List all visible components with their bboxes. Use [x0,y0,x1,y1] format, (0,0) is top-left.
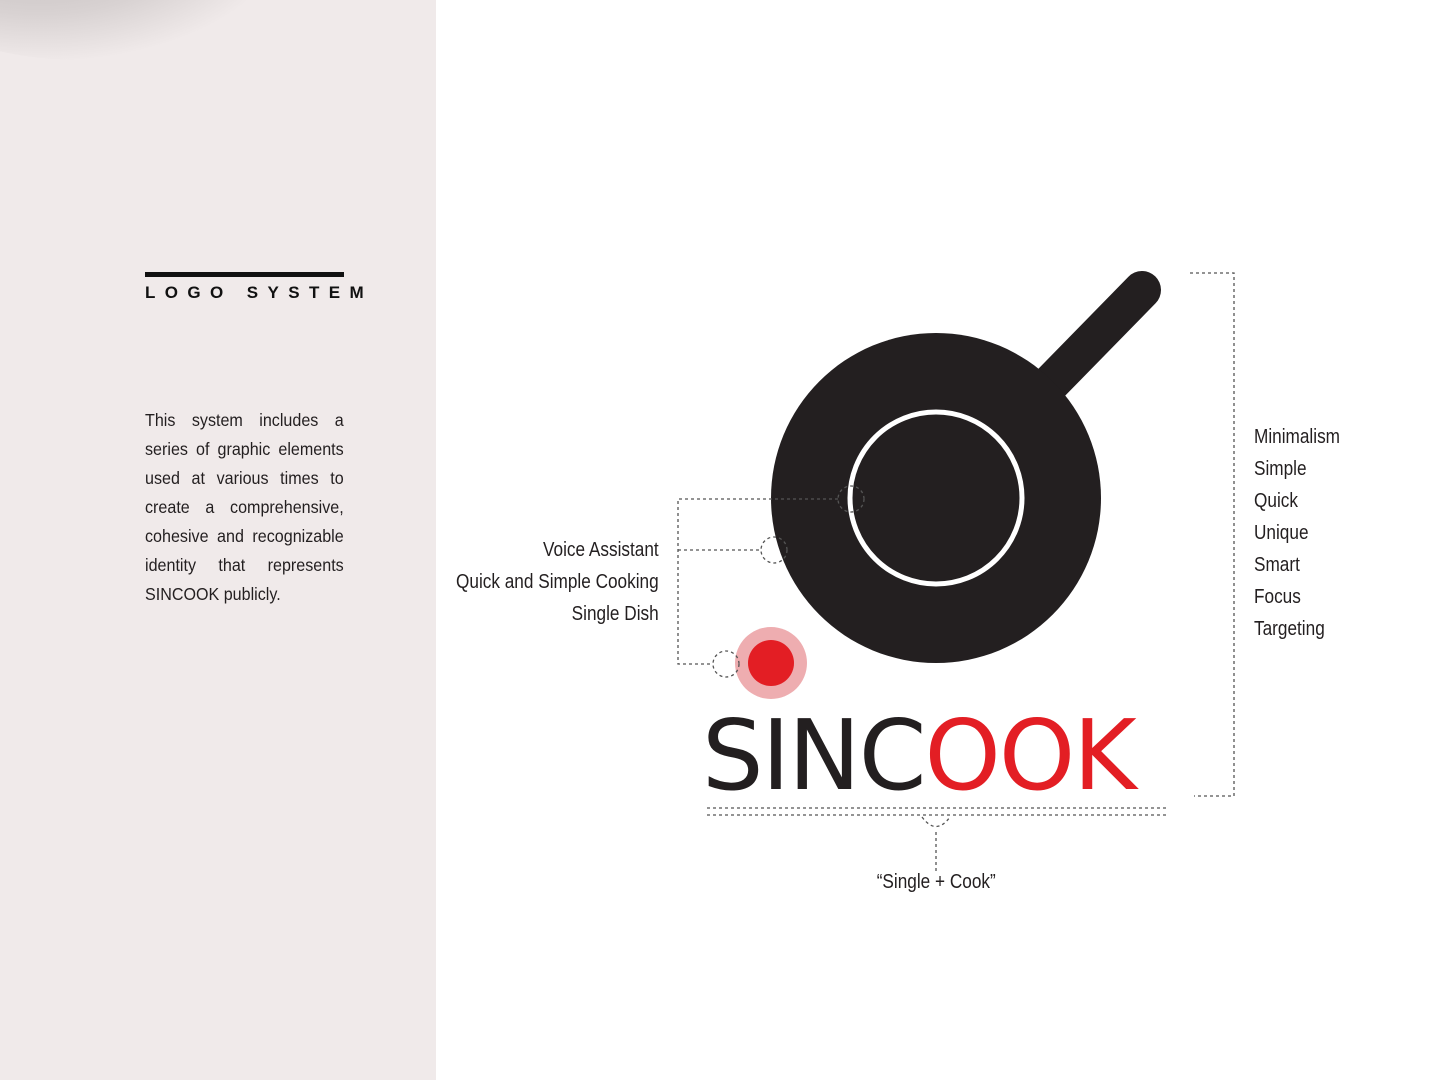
name-origin-caption: “Single + Cook” [846,871,1026,894]
label-simple: Simple [1254,458,1307,480]
label-minimalism: Minimalism [1254,426,1340,448]
label-voice-assistant: Voice Assistant [543,539,659,561]
wordmark-underline-bracket [707,807,1166,874]
caption-text: “Single + Cook” [876,871,996,893]
wordmark-red-part: OOK [924,699,1136,812]
right-attribute-labels: Minimalism Simple Quick Unique Smart Foc… [1254,421,1354,645]
pan-handle [1033,271,1161,401]
sincook-wordmark: SINCOOK [702,706,1172,806]
label-unique: Unique [1254,522,1309,544]
red-dot [748,640,794,686]
right-bracket [1190,272,1235,797]
label-quick: Quick [1254,490,1298,512]
label-targeting: Targeting [1254,618,1325,640]
label-focus: Focus [1254,586,1301,608]
label-smart: Smart [1254,554,1300,576]
logo-diagram [677,271,1235,874]
pan-body [771,333,1101,663]
label-single-dish: Single Dish [571,603,659,625]
wordmark-dark-part: SINC [702,699,926,812]
left-feature-labels: Voice Assistant Quick and Simple Cooking… [423,534,659,630]
label-quick-simple-cooking: Quick and Simple Cooking [456,571,659,593]
